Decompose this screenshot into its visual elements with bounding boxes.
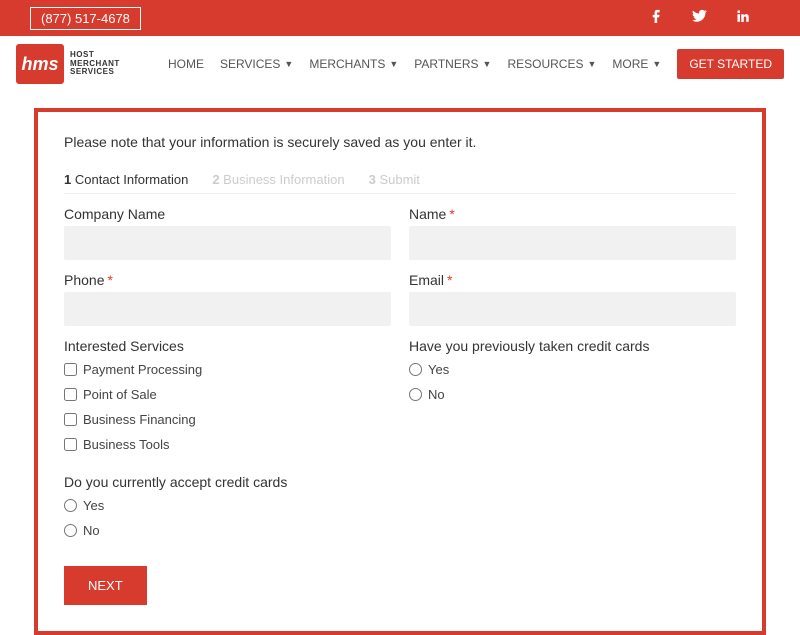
prev-cards-label: Have you previously taken credit cards <box>409 338 736 354</box>
radio[interactable] <box>409 388 422 401</box>
phone-label: Phone* <box>64 272 391 288</box>
top-bar: (877) 517-4678 <box>0 0 800 36</box>
chevron-down-icon: ▼ <box>389 59 398 69</box>
step-contact[interactable]: 1 Contact Information <box>64 172 188 187</box>
service-point-of-sale[interactable]: Point of Sale <box>64 387 391 402</box>
form-steps: 1 Contact Information 2 Business Informa… <box>64 172 736 194</box>
form-note: Please note that your information is sec… <box>64 134 736 150</box>
company-label: Company Name <box>64 206 391 222</box>
radio[interactable] <box>64 499 77 512</box>
form-container: Please note that your information is sec… <box>34 108 766 635</box>
nav-merchants[interactable]: MERCHANTS▼ <box>309 57 398 71</box>
services-label: Interested Services <box>64 338 391 354</box>
name-input[interactable] <box>409 226 736 260</box>
nav-partners[interactable]: PARTNERS▼ <box>414 57 491 71</box>
email-label: Email* <box>409 272 736 288</box>
checkbox[interactable] <box>64 388 77 401</box>
step-business[interactable]: 2 Business Information <box>212 172 344 187</box>
company-input[interactable] <box>64 226 391 260</box>
twitter-icon[interactable] <box>692 8 707 28</box>
chevron-down-icon: ▼ <box>652 59 661 69</box>
nav-home[interactable]: HOME <box>168 57 204 71</box>
get-started-button[interactable]: GET STARTED <box>677 49 784 79</box>
checkbox[interactable] <box>64 413 77 426</box>
radio[interactable] <box>409 363 422 376</box>
radio[interactable] <box>64 524 77 537</box>
chevron-down-icon: ▼ <box>483 59 492 69</box>
nav-more[interactable]: MORE▼ <box>612 57 661 71</box>
phone-link[interactable]: (877) 517-4678 <box>30 7 141 30</box>
service-business-tools[interactable]: Business Tools <box>64 437 391 452</box>
social-icons <box>649 8 780 28</box>
checkbox[interactable] <box>64 438 77 451</box>
chevron-down-icon: ▼ <box>587 59 596 69</box>
facebook-icon[interactable] <box>649 8 664 28</box>
phone-input[interactable] <box>64 292 391 326</box>
email-input[interactable] <box>409 292 736 326</box>
nav-resources[interactable]: RESOURCES▼ <box>507 57 596 71</box>
accept-cards-no[interactable]: No <box>64 523 736 538</box>
step-submit[interactable]: 3 Submit <box>369 172 420 187</box>
nav-services[interactable]: SERVICES▼ <box>220 57 293 71</box>
nav-menu: HOME SERVICES▼ MERCHANTS▼ PARTNERS▼ RESO… <box>168 49 784 79</box>
logo-text: HOST MERCHANT SERVICES <box>70 51 120 77</box>
accept-cards-label: Do you currently accept credit cards <box>64 474 736 490</box>
checkbox[interactable] <box>64 363 77 376</box>
accept-cards-yes[interactable]: Yes <box>64 498 736 513</box>
prev-cards-yes[interactable]: Yes <box>409 362 736 377</box>
linkedin-icon[interactable] <box>735 8 750 28</box>
prev-cards-no[interactable]: No <box>409 387 736 402</box>
service-business-financing[interactable]: Business Financing <box>64 412 391 427</box>
next-button[interactable]: NEXT <box>64 566 147 605</box>
logo[interactable]: hms HOST MERCHANT SERVICES <box>16 44 120 84</box>
chevron-down-icon: ▼ <box>284 59 293 69</box>
service-payment-processing[interactable]: Payment Processing <box>64 362 391 377</box>
logo-mark: hms <box>16 44 64 84</box>
main-nav-bar: hms HOST MERCHANT SERVICES HOME SERVICES… <box>0 36 800 92</box>
name-label: Name* <box>409 206 736 222</box>
